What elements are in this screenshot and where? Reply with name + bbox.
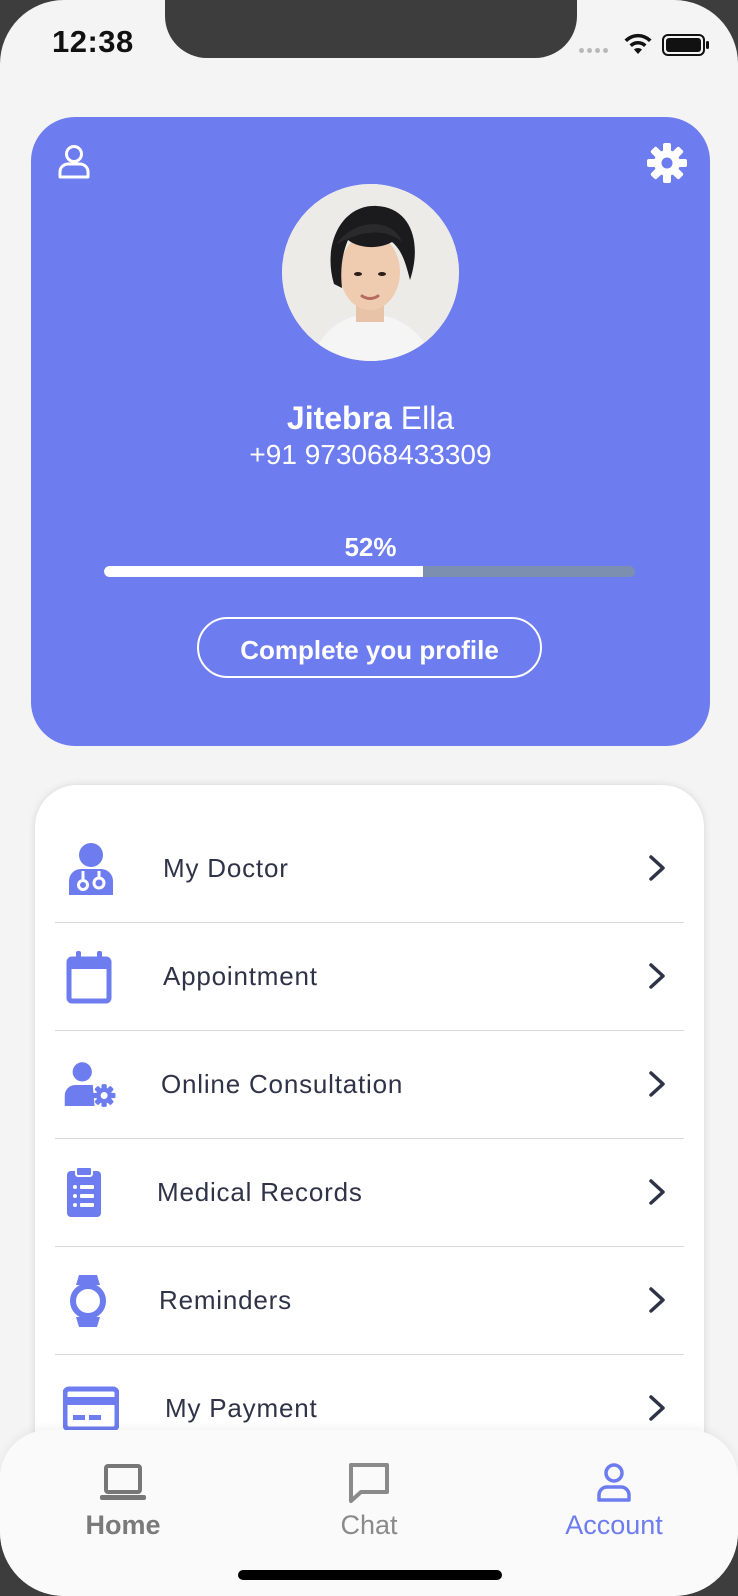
menu-item-label: Medical Records: [157, 1177, 363, 1207]
user-settings-icon: [64, 1062, 116, 1107]
first-name: Jitebra: [286, 400, 392, 436]
status-time: 12:38: [52, 24, 134, 59]
chevron-right-icon: [649, 855, 665, 881]
menu-item-my-doctor[interactable]: My Doctor: [55, 815, 684, 923]
chevron-right-icon: [649, 1395, 665, 1421]
tab-home-label: Home: [85, 1510, 161, 1540]
chevron-right-icon: [649, 1287, 665, 1313]
tab-chat-label: Chat: [340, 1510, 398, 1540]
notch: [165, 0, 577, 58]
complete-profile-button[interactable]: Complete you profile: [197, 617, 542, 678]
progress-percent: 52%: [344, 532, 397, 562]
signal-icon: [579, 48, 613, 53]
user-profile-icon[interactable]: [55, 143, 93, 181]
tab-account-label: Account: [565, 1510, 663, 1540]
tab-home[interactable]: Home: [43, 1462, 203, 1541]
avatar[interactable]: [282, 184, 459, 361]
menu-item-reminders[interactable]: Reminders: [55, 1247, 684, 1355]
profile-card: Jitebra Ella +91 973068433309 52% Comple…: [31, 117, 710, 746]
menu-item-label: My Doctor: [163, 853, 289, 883]
menu-item-online-consultation[interactable]: Online Consultation: [55, 1031, 684, 1139]
progress-bar: [104, 566, 635, 577]
doctor-icon: [69, 843, 113, 895]
gear-icon[interactable]: [645, 141, 689, 185]
screen: 12:38 Jitebra Ella +91 973068433309 52% …: [0, 0, 738, 1596]
chevron-right-icon: [649, 963, 665, 989]
progress-fill: [104, 566, 423, 577]
watch-icon: [70, 1275, 106, 1327]
last-name: Ella: [400, 400, 455, 436]
profile-name: Jitebra Ella: [31, 400, 710, 437]
chat-bubble-icon: [349, 1463, 389, 1503]
wifi-icon: [624, 33, 652, 54]
laptop-icon: [100, 1464, 146, 1500]
chevron-right-icon: [649, 1071, 665, 1097]
menu-item-appointment[interactable]: Appointment: [55, 923, 684, 1031]
home-indicator: [238, 1570, 502, 1580]
credit-card-icon: [63, 1386, 119, 1432]
phone-number: +91 973068433309: [249, 439, 492, 470]
menu-item-medical-records[interactable]: Medical Records: [55, 1139, 684, 1247]
battery-icon: [662, 34, 709, 56]
user-icon: [597, 1463, 631, 1502]
menu-item-label: Online Consultation: [161, 1069, 404, 1099]
menu-item-label: My Payment: [165, 1393, 318, 1423]
tab-account[interactable]: Account: [534, 1462, 694, 1541]
avatar-photo: [282, 184, 459, 361]
clipboard-list-icon: [67, 1166, 101, 1217]
menu-item-label: Appointment: [163, 961, 318, 991]
menu-item-label: Reminders: [159, 1285, 292, 1315]
calendar-icon: [66, 951, 112, 1004]
chevron-right-icon: [649, 1179, 665, 1205]
tab-chat[interactable]: Chat: [289, 1462, 449, 1541]
